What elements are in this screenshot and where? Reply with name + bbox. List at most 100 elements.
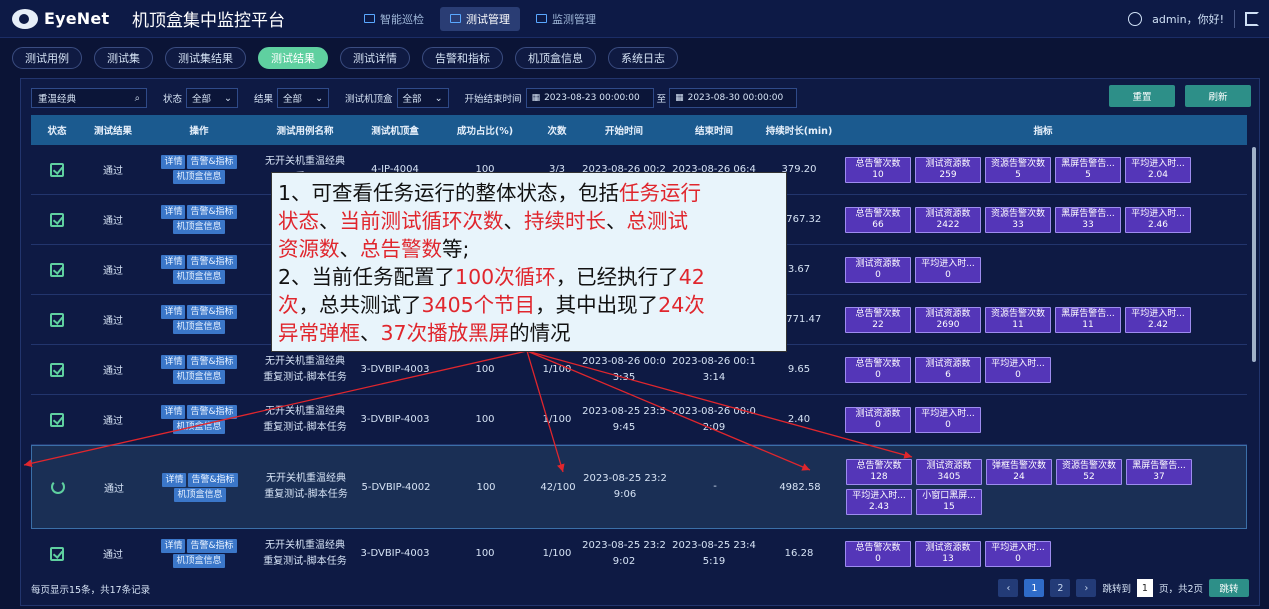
metric-badge[interactable]: 弹框告警次数 24 [986,459,1052,485]
tab-test-results[interactable]: 测试结果 [258,47,328,69]
metric-badge[interactable]: 资源告警次数 52 [1056,459,1122,485]
detail-button[interactable]: 详情 [162,472,187,487]
stb-info-button[interactable]: 机顶盒信息 [173,554,225,568]
metric-badge[interactable]: 资源告警次数 11 [985,306,1051,333]
callout-text: ，总共测试了 [298,293,422,317]
callout-text: 、 [360,321,381,345]
table-row[interactable]: 通过 详情 告警&指标 机顶盒信息 无开关机重温经典 重复测试-脚本任务 3-DVBIP-4… [31,345,1247,395]
metric-badge[interactable]: 平均进入时... 2.46 [1125,206,1191,233]
detail-button[interactable]: 详情 [161,405,186,419]
rate-cell: 100 [476,481,496,493]
metric-badge[interactable]: 资源告警次数 33 [985,206,1051,233]
topnav-monitor-management[interactable]: 监测管理 [526,7,606,31]
stb-info-button[interactable]: 机顶盒信息 [173,170,225,184]
tab-stb-info[interactable]: 机顶盒信息 [515,47,596,69]
jump-button[interactable]: 跳转 [1209,579,1249,597]
result-select[interactable]: 全部 ⌄ [277,88,330,108]
metric-badge[interactable]: 测试资源数 3405 [916,459,982,485]
metric-badge[interactable]: 黑屏告警告... 37 [1126,459,1192,485]
start-time-cell: 2023-08-25 23:5 9:45 [579,404,669,436]
metric-badge[interactable]: 黑屏告警告... 11 [1055,306,1121,333]
metric-badge[interactable]: 测试资源数 2690 [915,306,981,333]
detail-button[interactable]: 详情 [161,255,186,269]
metric-badge[interactable]: 小窗口黑屏... 15 [916,489,982,515]
page-2-button[interactable]: 2 [1050,579,1071,597]
stb-info-button[interactable]: 机顶盒信息 [174,487,226,502]
scrollbar[interactable] [1252,147,1256,362]
alarm-metrics-button[interactable]: 告警&指标 [187,255,237,269]
metric-badge[interactable]: 平均进入时... 2.43 [846,489,912,515]
metric-badge[interactable]: 总告警次数 10 [845,156,911,183]
detail-button[interactable]: 详情 [161,305,186,319]
metric-badge[interactable]: 平均进入时... 2.42 [1125,306,1191,333]
metric-badge[interactable]: 测试资源数 2422 [915,206,981,233]
detail-button[interactable]: 详情 [161,205,186,219]
metric-badge[interactable]: 平均进入时... 2.04 [1125,156,1191,183]
metric-badge[interactable]: 平均进入时... 0 [915,406,981,433]
search-input[interactable]: 重温经典 ⌕ [31,88,147,108]
metric-name: 总告警次数 [855,158,901,169]
alarm-metrics-button[interactable]: 告警&指标 [187,305,237,319]
metric-badge[interactable]: 测试资源数 0 [845,406,911,433]
page-1-button[interactable]: 1 [1024,579,1045,597]
tab-test-cases[interactable]: 测试用例 [12,47,82,69]
metric-badge[interactable]: 资源告警次数 5 [985,156,1051,183]
metric-name: 平均进入时... [1131,158,1185,169]
running-icon [51,480,65,494]
next-page-button[interactable]: › [1076,579,1097,597]
topnav-smart-inspect[interactable]: 智能巡检 [354,7,434,31]
detail-button[interactable]: 详情 [161,539,186,553]
metrics-cell: 测试资源数 0 平均进入时... 0 [839,406,1247,433]
metric-badge[interactable]: 测试资源数 6 [915,356,981,383]
metric-badge[interactable]: 测试资源数 259 [915,156,981,183]
tab-alarms-metrics[interactable]: 告警和指标 [422,47,503,69]
tab-test-details[interactable]: 测试详情 [340,47,410,69]
detail-button[interactable]: 详情 [161,355,186,369]
stb-info-button[interactable]: 机顶盒信息 [173,270,225,284]
stb-info-button[interactable]: 机顶盒信息 [173,370,225,384]
date-to-input[interactable]: ▦ 2023-08-30 00:00:00 [669,88,798,108]
alarm-metrics-button[interactable]: 告警&指标 [188,472,238,487]
reset-button[interactable]: 重置 [1109,85,1175,107]
ops-cell: 详情 告警&指标 机顶盒信息 [143,405,255,434]
metric-badge[interactable]: 测试资源数 0 [845,256,911,283]
alarm-metrics-button[interactable]: 告警&指标 [187,355,237,369]
alarm-metrics-button[interactable]: 告警&指标 [187,539,237,553]
ops-group: 详情 告警&指标 机顶盒信息 [156,355,242,384]
metric-badge[interactable]: 总告警次数 128 [846,459,912,485]
alarm-metrics-button[interactable]: 告警&指标 [187,405,237,419]
topnav-test-management[interactable]: 测试管理 [440,6,520,31]
user-greeting[interactable]: admin，你好! [1152,11,1224,27]
status-select[interactable]: 全部 ⌄ [186,88,239,108]
tab-test-sets[interactable]: 测试集 [94,47,153,69]
metric-badge[interactable]: 总告警次数 0 [845,356,911,383]
table-row[interactable]: 通过 详情 告警&指标 机顶盒信息 无开关机重温经典 重复测试-脚本任务 3-DVBIP-4… [31,395,1247,445]
metric-badge[interactable]: 测试资源数 13 [915,540,981,567]
metric-badge[interactable]: 平均进入时... 0 [985,356,1051,383]
detail-button[interactable]: 详情 [161,155,186,169]
alarm-metrics-button[interactable]: 告警&指标 [187,205,237,219]
metric-badge[interactable]: 总告警次数 22 [845,306,911,333]
metric-badge[interactable]: 黑屏告警告... 33 [1055,206,1121,233]
stb-info-button[interactable]: 机顶盒信息 [173,220,225,234]
metric-name: 资源告警次数 [990,208,1045,219]
metric-badge[interactable]: 总告警次数 0 [845,540,911,567]
stb-select[interactable]: 全部 ⌄ [396,88,449,108]
metric-badge[interactable]: 总告警次数 66 [845,206,911,233]
metric-badge[interactable]: 平均进入时... 0 [985,540,1051,567]
logout-icon[interactable] [1245,12,1259,26]
metric-badge[interactable]: 平均进入时... 0 [915,256,981,283]
prev-page-button[interactable]: ‹ [998,579,1019,597]
stb-info-button[interactable]: 机顶盒信息 [173,320,225,334]
date-from-input[interactable]: ▦ 2023-08-23 00:00:00 [525,88,654,108]
metric-value: 2.43 [868,502,890,512]
tab-test-set-results[interactable]: 测试集结果 [165,47,246,69]
table-row[interactable]: 通过 详情 告警&指标 机顶盒信息 无开关机重温经典 重复测试-脚本任务 5-DVBIP-4… [31,445,1247,529]
metric-badge[interactable]: 黑屏告警告... 5 [1055,156,1121,183]
tab-system-log[interactable]: 系统日志 [608,47,678,69]
stb-info-button[interactable]: 机顶盒信息 [173,420,225,434]
alarm-metrics-button[interactable]: 告警&指标 [187,155,237,169]
jump-page-input[interactable]: 1 [1136,579,1153,597]
refresh-button[interactable]: 刷新 [1185,85,1251,107]
table-row[interactable]: 通过 详情 告警&指标 机顶盒信息 无开关机重温经典 重复测试-脚本任务 3-DVBIP-4… [31,529,1247,569]
